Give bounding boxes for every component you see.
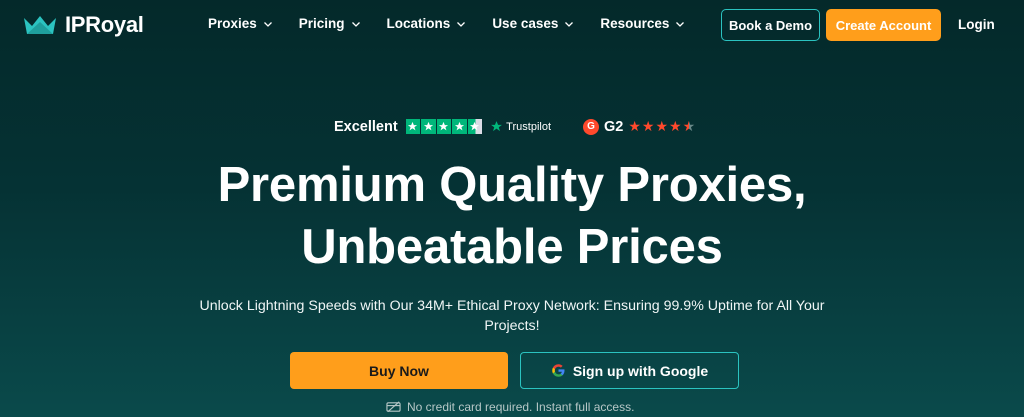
g2-star-icon: ★	[628, 118, 641, 134]
nav-locations[interactable]: Locations	[387, 16, 467, 31]
site-header: IPRoyal Proxies Pricing Locations Use ca…	[0, 0, 1024, 50]
g2-star-icon: ★	[641, 118, 655, 134]
headline-line-1: Premium Quality Proxies,	[217, 158, 807, 212]
nav-label: Resources	[600, 16, 670, 31]
headline-line-2: Unbeatable Prices	[301, 220, 723, 274]
nav-proxies[interactable]: Proxies	[208, 16, 273, 31]
google-signup-label: Sign up with Google	[572, 362, 709, 379]
main-nav: Proxies Pricing Locations Use cases Reso…	[208, 16, 711, 31]
trustpilot-rating-label: Excellent	[334, 118, 398, 135]
no-card-note-text: No credit card required. Instant full ac…	[407, 400, 635, 414]
trustpilot-star-icon	[405, 119, 421, 134]
chevron-down-icon	[676, 21, 685, 27]
hero-subtitle: Unlock Lightning Speeds with Our 34M+ Et…	[199, 298, 825, 334]
trustpilot-star-icon	[421, 119, 436, 134]
login-link[interactable]: Login	[958, 17, 995, 32]
buy-now-button[interactable]: Buy Now	[290, 352, 508, 389]
nav-use-cases[interactable]: Use cases	[492, 16, 574, 31]
chevron-down-icon	[457, 21, 466, 27]
trustpilot-brand[interactable]: Trustpilot	[490, 120, 551, 133]
trustpilot-star-icon	[436, 119, 452, 134]
card-off-icon	[386, 401, 401, 413]
g2-rating-label: G2	[604, 118, 624, 135]
hero-headline: Premium Quality Proxies, Unbeatable Pric…	[0, 154, 1024, 278]
g2-star-icon: ★	[655, 118, 669, 134]
no-card-note: No credit card required. Instant full ac…	[386, 400, 634, 414]
trustpilot-stars	[405, 119, 483, 134]
chevron-down-icon	[263, 21, 272, 27]
ratings-row: Excellent Trustpilot G G2 ★ ★ ★ ★ ★	[334, 118, 695, 135]
google-signup-button[interactable]: Sign up with Google	[520, 352, 739, 389]
nav-resources[interactable]: Resources	[600, 16, 685, 31]
nav-label: Pricing	[298, 16, 345, 31]
chevron-down-icon	[565, 21, 574, 27]
trustpilot-star-half-icon	[467, 119, 483, 134]
nav-label: Locations	[386, 16, 451, 31]
g2-logo-icon: G	[583, 118, 599, 135]
brand-name: IPRoyal	[65, 12, 144, 37]
trustpilot-star-icon	[452, 119, 467, 134]
g2-star-icon: ★	[669, 118, 682, 134]
book-demo-button[interactable]: Book a Demo	[721, 9, 820, 41]
chevron-down-icon	[351, 21, 360, 27]
g2-stars: ★ ★ ★ ★ ★	[628, 118, 695, 135]
google-logo-icon	[552, 364, 565, 377]
nav-pricing[interactable]: Pricing	[299, 16, 361, 31]
nav-label: Proxies	[208, 16, 257, 31]
brand-logo[interactable]: IPRoyal	[24, 12, 144, 38]
trustpilot-brand-label: Trustpilot	[506, 120, 551, 133]
nav-label: Use cases	[492, 16, 559, 31]
trustpilot-star-icon	[491, 121, 503, 132]
crown-logo-icon	[24, 16, 56, 34]
create-account-button[interactable]: Create Account	[826, 9, 941, 41]
g2-star-half-icon: ★	[682, 118, 696, 134]
